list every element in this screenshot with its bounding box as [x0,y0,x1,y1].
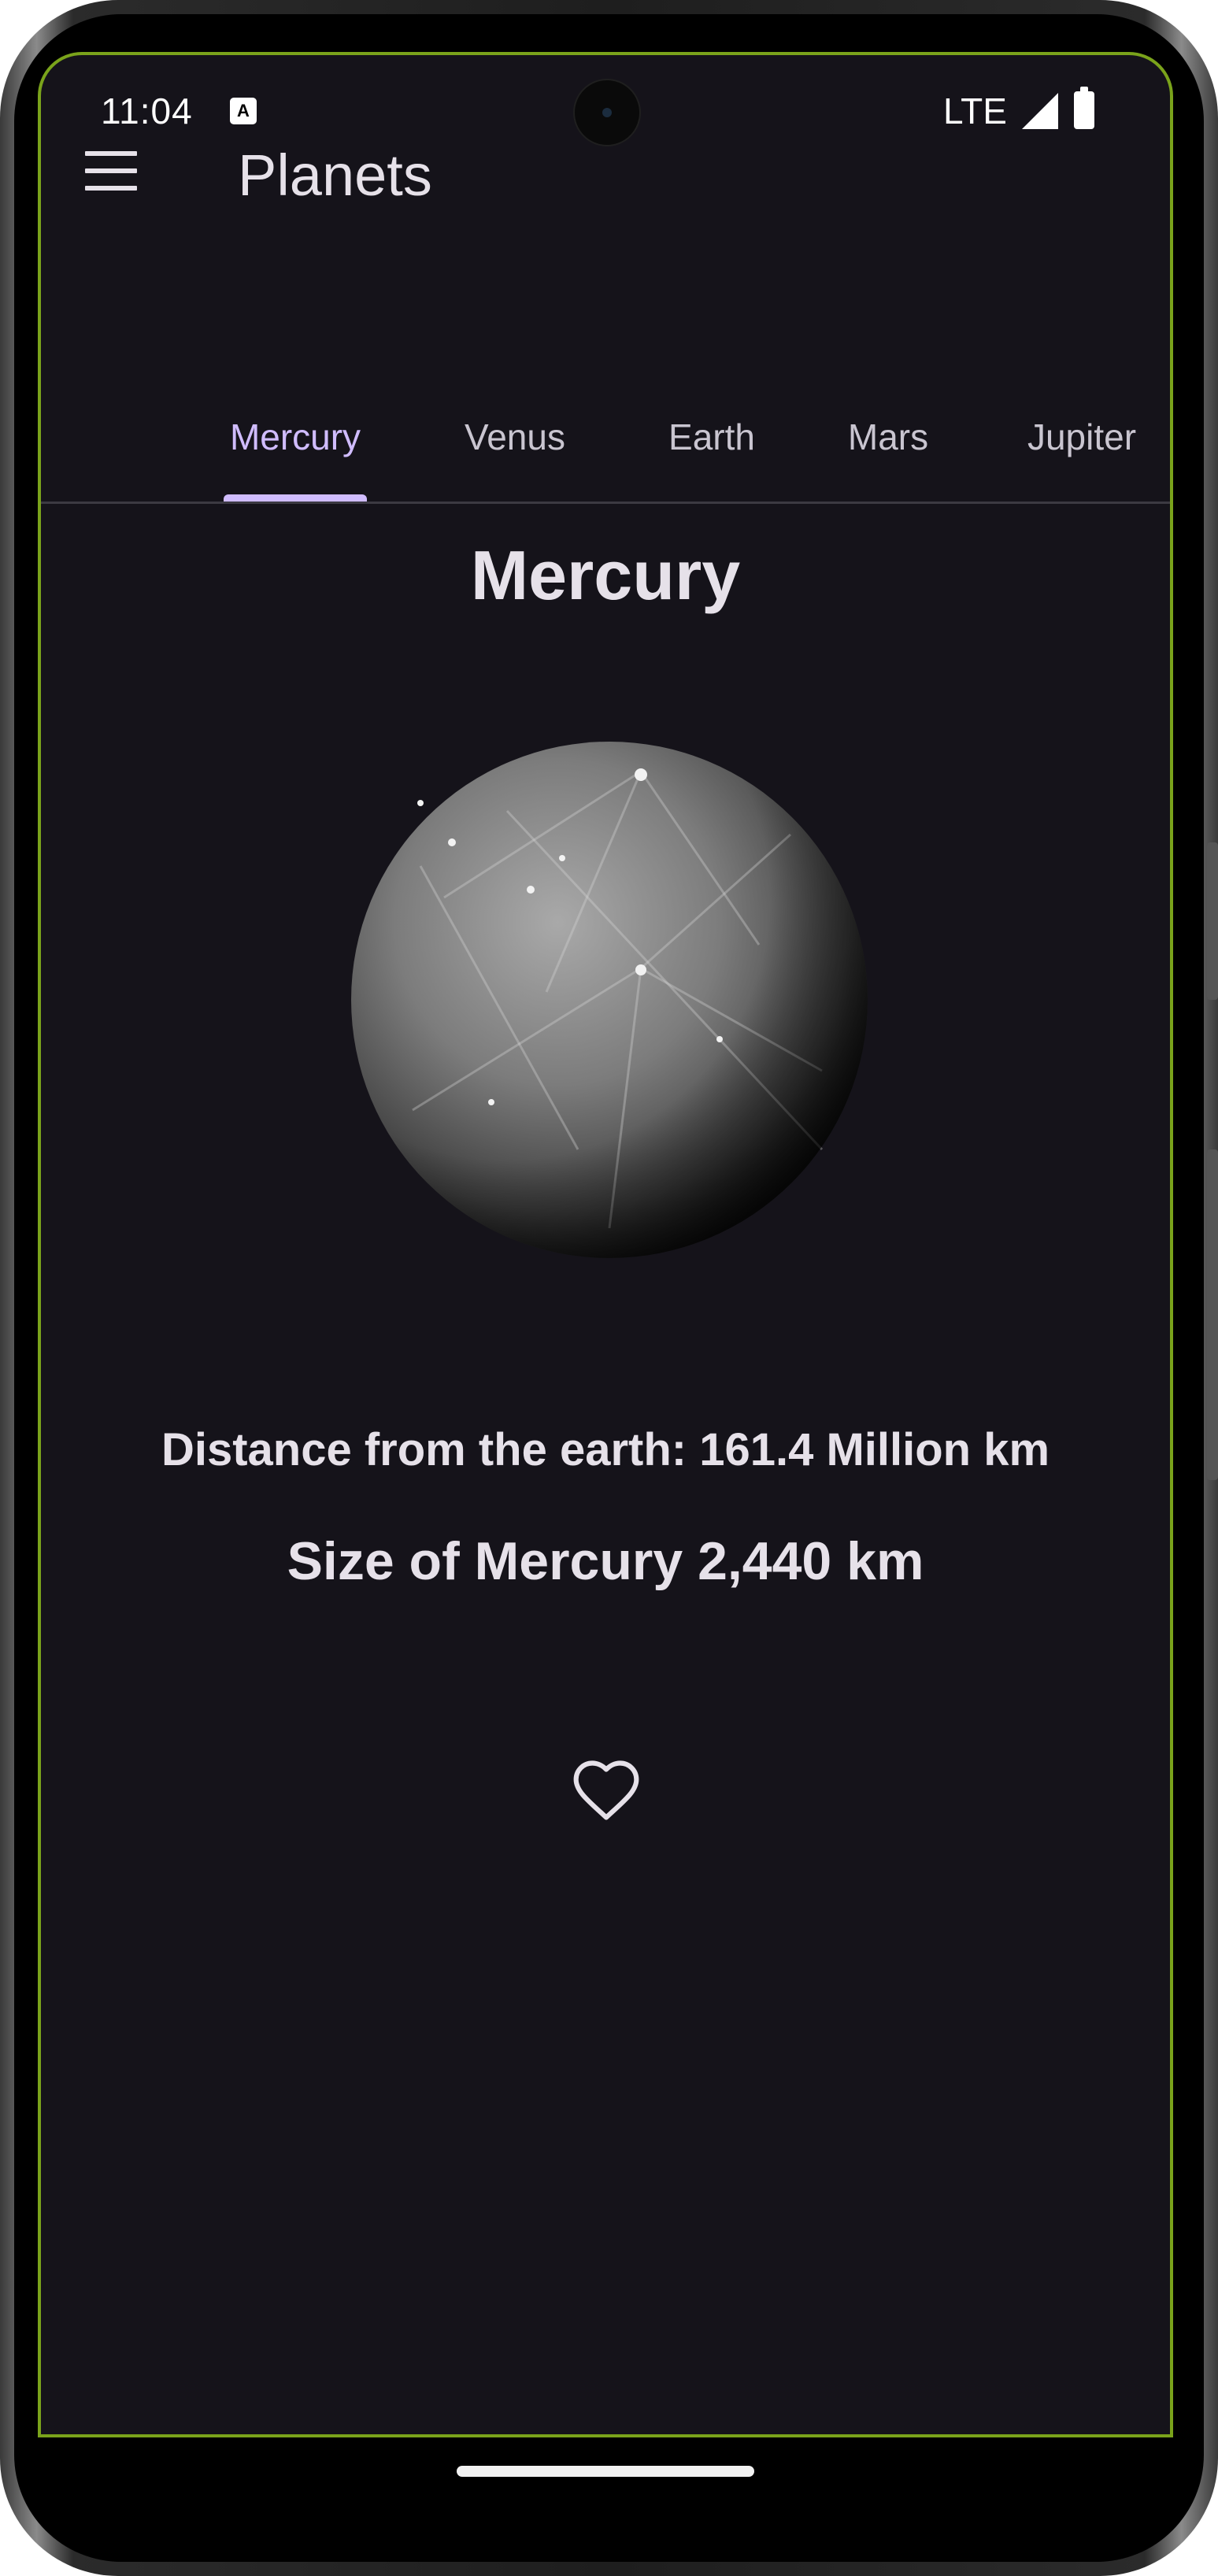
home-gesture-handle[interactable] [457,2466,754,2477]
planet-distance: Distance from the earth: 161.4 Million k… [161,1424,1050,1475]
network-type: LTE [943,91,1007,131]
selected-tab-indicator [224,494,367,502]
tab-earth[interactable]: Earth [649,378,775,504]
tab-mercury[interactable]: Mercury [224,378,367,504]
status-time: 11:04 [101,91,193,131]
app-screen: 11:04 A LTE Planets Mercury Venus Earth … [38,52,1173,2437]
power-button [1207,842,1218,1000]
tab-venus[interactable]: Venus [452,378,578,504]
planet-tabs: Mercury Venus Earth Mars Jupiter [41,378,1170,504]
tab-mars[interactable]: Mars [833,378,943,504]
accessibility-notification-icon: A [230,98,257,124]
mercury-planet-image [351,742,868,1258]
planet-size: Size of Mercury 2,440 km [287,1531,924,1591]
favorite-heart-icon[interactable] [570,1754,642,1827]
planet-name: Mercury [470,536,741,614]
battery-icon [1074,87,1094,129]
tab-jupiter[interactable]: Jupiter [1011,378,1153,504]
volume-button [1207,1149,1218,1480]
menu-icon[interactable] [85,151,137,191]
signal-icon [1022,93,1058,129]
app-title: Planets [238,142,432,208]
status-bar: 11:04 A LTE [41,55,1170,173]
front-camera [573,79,641,146]
